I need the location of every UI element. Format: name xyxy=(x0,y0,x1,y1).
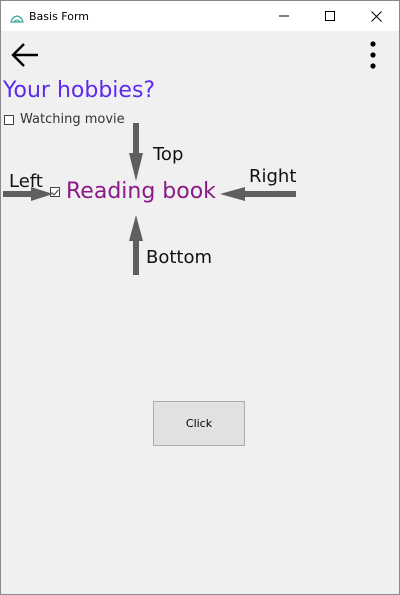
back-button[interactable] xyxy=(7,37,43,73)
window-controls xyxy=(261,1,399,31)
checkbox-box[interactable] xyxy=(4,114,14,125)
app-icon xyxy=(10,11,24,23)
annotation-bottom: Bottom xyxy=(146,247,213,268)
more-options-button[interactable] xyxy=(361,39,385,71)
minimize-button[interactable] xyxy=(261,1,307,31)
close-icon xyxy=(370,10,382,22)
checkbox-watching-movie[interactable]: Watching movie xyxy=(4,112,125,127)
app-bar xyxy=(1,31,399,79)
more-vertical-icon xyxy=(370,41,376,69)
checkbox-box-checked[interactable] xyxy=(50,186,60,197)
maximize-icon xyxy=(325,11,335,21)
click-button[interactable]: Click xyxy=(153,401,245,446)
checkbox-label-highlighted: Reading book xyxy=(66,179,216,204)
minimize-icon xyxy=(279,15,289,17)
app-window: Basis Form Your hobbies? Watching movie … xyxy=(0,0,400,595)
window-title: Basis Form xyxy=(29,9,90,23)
maximize-button[interactable] xyxy=(307,1,353,31)
arrow-left-icon xyxy=(11,43,38,67)
annotation-left: Left xyxy=(9,171,43,192)
checkbox-label: Watching movie xyxy=(20,112,125,127)
checkbox-reading-book[interactable]: Reading book xyxy=(50,179,216,204)
annotation-top: Top xyxy=(153,144,184,165)
title-bar[interactable]: Basis Form xyxy=(1,1,399,31)
close-button[interactable] xyxy=(353,1,399,31)
arrow-left-pointer-icon xyxy=(220,187,296,201)
arrow-up-icon xyxy=(129,215,143,275)
hobbies-heading: Your hobbies? xyxy=(3,78,156,103)
annotation-right: Right xyxy=(249,166,297,187)
arrow-down-icon xyxy=(129,123,143,181)
